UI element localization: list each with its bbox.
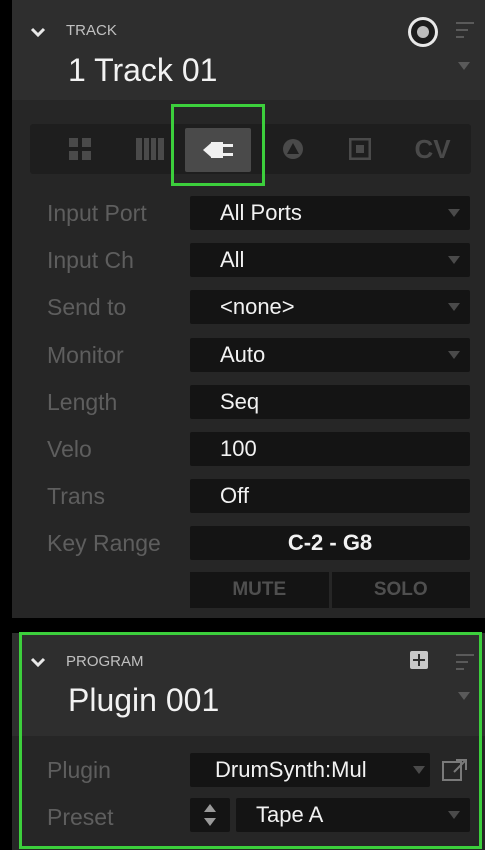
row-value: <none>	[220, 294, 295, 319]
row-value: Seq	[220, 389, 260, 414]
mute-solo-group: MUTE SOLO	[190, 572, 470, 608]
track-title[interactable]: 1 Track 01	[68, 52, 217, 89]
row-label: Length	[47, 389, 118, 415]
row-value: All	[220, 247, 245, 272]
row-value: Auto	[220, 342, 266, 367]
plug-tab-highlight	[171, 104, 265, 186]
row-field[interactable]: 100	[190, 432, 470, 466]
tab-route[interactable]	[335, 124, 385, 174]
dropdown-arrow-icon	[448, 209, 460, 217]
grid-icon	[69, 138, 91, 160]
tab-cv[interactable]: CV	[400, 124, 465, 174]
menu-lines-icon[interactable]	[456, 20, 474, 42]
track-section-label: TRACK	[66, 22, 117, 39]
dropdown-arrow-icon	[448, 351, 460, 359]
dropdown-arrow-icon	[448, 303, 460, 311]
row-field[interactable]: Off	[190, 479, 470, 513]
route-icon	[349, 138, 371, 160]
row-field[interactable]: Auto	[190, 338, 470, 372]
row-label: Velo	[47, 436, 92, 462]
row-label: Key Range	[47, 530, 161, 556]
row-label: Send to	[47, 294, 127, 320]
row-field[interactable]: Seq	[190, 385, 470, 419]
row-label: Monitor	[47, 342, 124, 368]
tab-sample[interactable]	[268, 124, 318, 174]
program-highlight	[19, 632, 482, 849]
tab-cv-label: CV	[414, 133, 451, 164]
record-arm-icon[interactable]	[406, 15, 440, 49]
row-label: Input Ch	[47, 247, 134, 273]
track-title-dropdown-icon[interactable]	[458, 62, 470, 72]
sample-icon	[283, 139, 303, 159]
row-field[interactable]: All Ports	[190, 196, 470, 230]
mute-button[interactable]: MUTE	[190, 572, 329, 608]
row-field[interactable]: <none>	[190, 290, 470, 324]
row-value: C-2 - G8	[287, 530, 373, 555]
row-label: Input Port	[47, 200, 147, 226]
row-value: All Ports	[220, 200, 302, 225]
keyboard-icon	[136, 138, 164, 160]
row-label: Trans	[47, 483, 105, 509]
dropdown-arrow-icon	[448, 256, 460, 264]
collapse-chevron-icon[interactable]	[30, 26, 46, 38]
row-value: Off	[220, 483, 249, 508]
row-field[interactable]: C-2 - G8	[190, 526, 470, 560]
solo-button[interactable]: SOLO	[331, 572, 470, 608]
row-value: 100	[220, 436, 257, 461]
row-field[interactable]: All	[190, 243, 470, 277]
tab-grid[interactable]	[50, 124, 110, 174]
